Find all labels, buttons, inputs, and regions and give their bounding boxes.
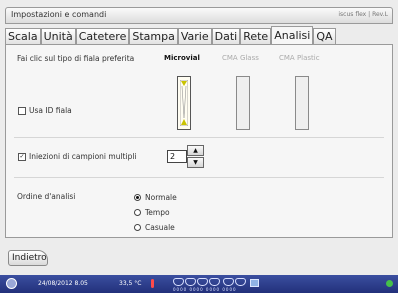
vial-tray-icon [235,278,246,286]
order-tempo-label: Tempo [145,208,170,217]
temperature: 33,5 °C [119,280,142,287]
vial-tray-icon [197,278,208,286]
vial-tray-icon [185,278,196,286]
tab-qa[interactable]: QA [313,28,336,44]
tab-catetere[interactable]: Catetere [75,28,130,44]
order-normale-radio[interactable] [134,194,141,201]
power-icon[interactable] [6,278,17,289]
settings-screen: Impostazioni e comandi iscus flex | Rev.… [0,0,398,293]
vial-option-label: CMA Glass [222,54,259,62]
vial-type-prompt: Fai clic sul tipo di fiala preferita [17,54,135,63]
brand-label: iscus flex | Rev.L [338,11,388,18]
divider [14,177,384,178]
tab-rete[interactable]: Rete [240,28,272,44]
tab-scala[interactable]: Scala [5,28,41,44]
divider [14,137,384,138]
analysis-order-label: Ordine d'analisi [17,192,76,201]
status-bar: 24/08/2012 8.05 33,5 °C 0000 0000 0000 0… [0,275,398,293]
increment-button[interactable]: ▲ [187,145,204,156]
settings-tabs: Scala Unità Catetere Stampa Varie Dati R… [5,26,393,44]
use-vial-id-checkbox[interactable] [18,107,26,115]
tab-dati[interactable]: Dati [211,28,241,44]
vial-cma-glass[interactable] [236,76,250,130]
title-bar: Impostazioni e comandi iscus flex | Rev.… [5,7,393,24]
tab-analisi[interactable]: Analisi [271,26,314,44]
tab-stampa[interactable]: Stampa [129,28,178,44]
vial-tray-icon [209,278,220,286]
thermometer-icon [151,279,154,288]
vial-option-label: CMA Plastic [279,54,320,62]
online-status-icon [386,280,393,287]
use-vial-id-label: Usa ID fiala [29,106,72,115]
tab-unita[interactable]: Unità [40,28,76,44]
order-tempo-radio[interactable] [134,209,141,216]
analysis-panel: Fai clic sul tipo di fiala preferita Mic… [5,44,393,238]
microvial-icon [180,80,188,126]
vial-microvial[interactable] [177,76,191,130]
order-casuale-radio[interactable] [134,224,141,231]
arrow-up-icon: ▲ [193,147,198,154]
vial-tray-icon [223,278,234,286]
tab-varie[interactable]: Varie [177,28,212,44]
tray-numbers: 0000 0000 0000 0000 [173,287,237,292]
vial-tray-icon [173,278,184,286]
arrow-down-icon: ▼ [193,159,198,166]
date-time: 24/08/2012 8.05 [38,280,88,287]
vial-option-label: Microvial [164,54,200,62]
back-button[interactable]: Indietro [8,250,48,266]
window-title: Impostazioni e comandi [11,10,107,19]
decrement-button[interactable]: ▼ [187,157,204,168]
screen-icon [250,279,259,287]
multiple-injections-checkbox[interactable]: ✓ [18,153,26,161]
order-normale-label: Normale [145,193,177,202]
order-casuale-label: Casuale [145,223,175,232]
vial-cma-plastic[interactable] [295,76,309,130]
injections-count-input[interactable]: 2 [167,150,187,163]
multiple-injections-label: Iniezioni di campioni multipli [29,152,137,161]
